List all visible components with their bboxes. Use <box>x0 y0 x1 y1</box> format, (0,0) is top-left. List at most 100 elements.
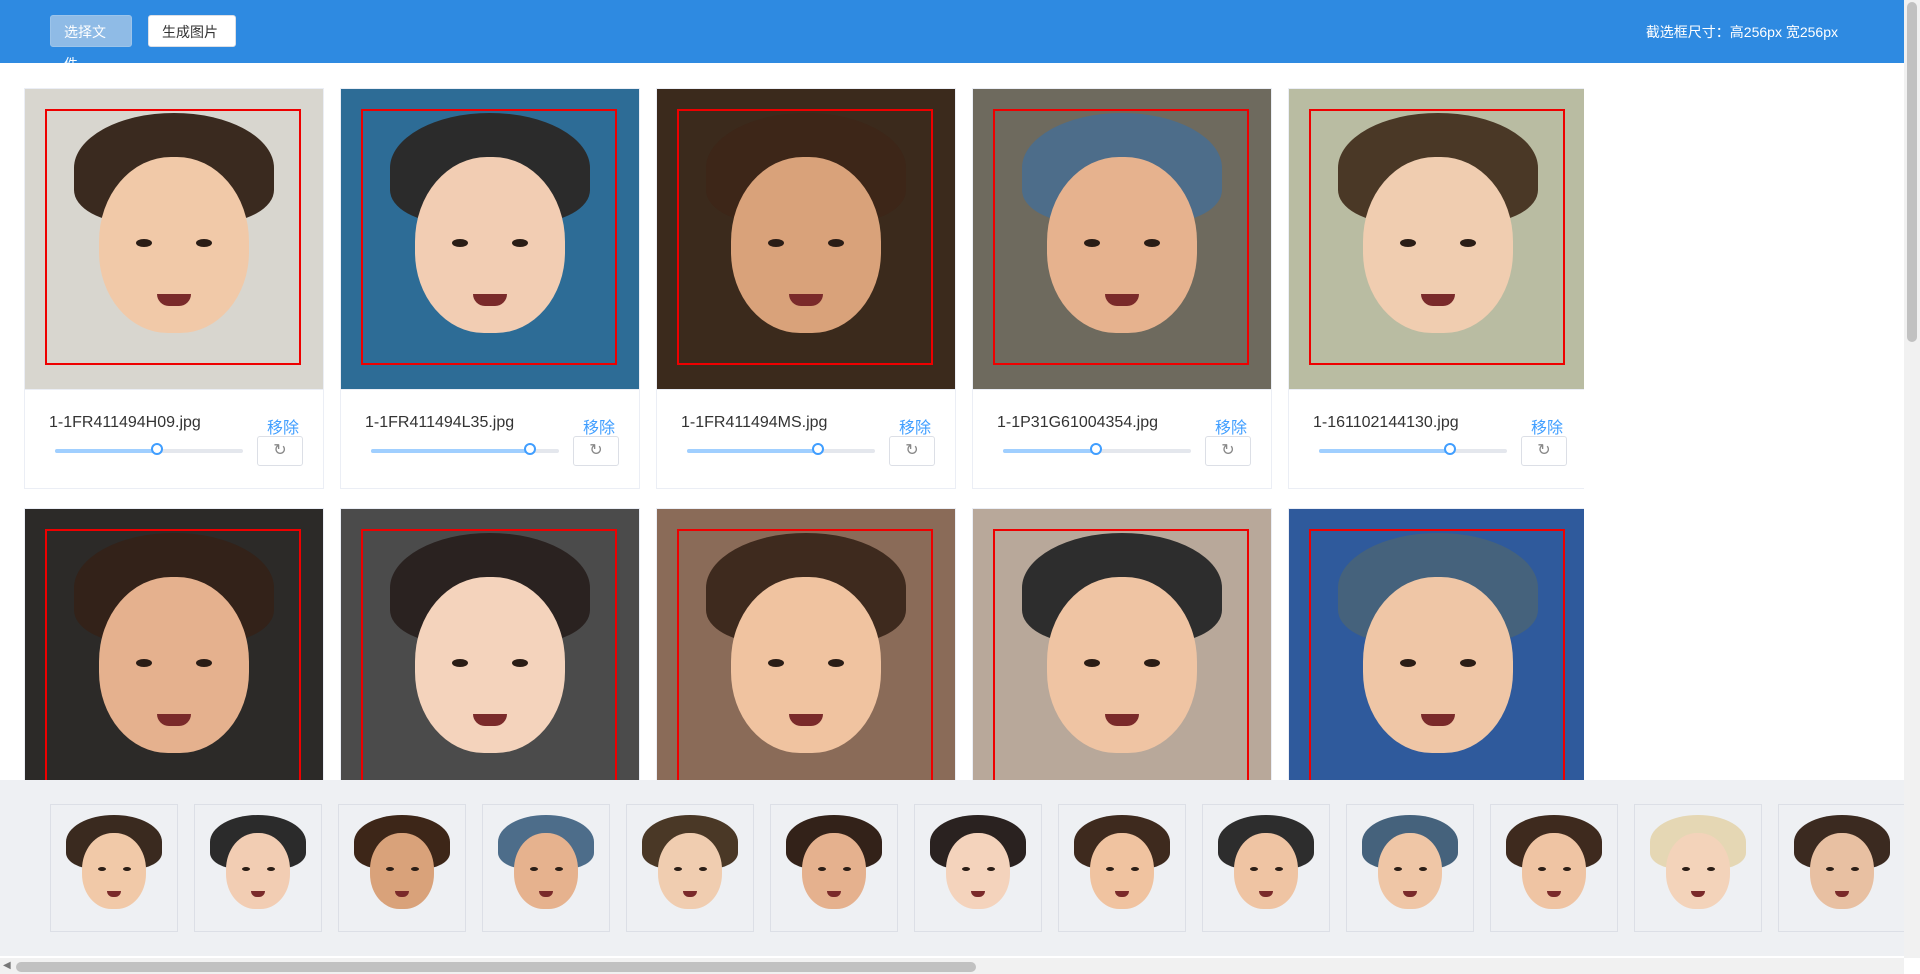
thumbnail-image[interactable] <box>194 804 322 932</box>
select-file-button[interactable]: 选择文件 <box>50 15 132 72</box>
image-card <box>656 508 956 780</box>
reset-rotate-icon[interactable]: ↻ <box>889 436 935 466</box>
thumbnail-image[interactable] <box>914 804 1042 932</box>
image-preview[interactable] <box>657 89 955 389</box>
card-footer: 1-1FR411494H09.jpg 移除 ↻ <box>25 389 323 488</box>
crop-box[interactable] <box>45 529 301 780</box>
generate-image-button[interactable]: 生成图片 <box>148 15 236 47</box>
face-shape <box>1090 832 1154 909</box>
crop-box[interactable] <box>361 109 617 365</box>
reset-rotate-icon[interactable]: ↻ <box>1205 436 1251 466</box>
horizontal-scrollbar[interactable]: ◀ <box>0 958 1904 974</box>
card-footer: 1-161102144130.jpg 移除 ↻ <box>1289 389 1584 488</box>
image-preview[interactable] <box>341 509 639 780</box>
remove-link[interactable]: 移除 <box>583 414 615 438</box>
file-name: 1-1FR411494L35.jpg <box>365 414 515 431</box>
reset-rotate-icon[interactable]: ↻ <box>573 436 619 466</box>
crop-box[interactable] <box>993 109 1249 365</box>
thumbnail-image[interactable] <box>1490 804 1618 932</box>
crop-box[interactable] <box>677 529 933 780</box>
reset-rotate-icon[interactable]: ↻ <box>257 436 303 466</box>
left-eye <box>97 867 106 871</box>
image-preview[interactable] <box>973 509 1271 780</box>
thumbnail-image[interactable] <box>626 804 754 932</box>
crop-box[interactable] <box>45 109 301 365</box>
left-eye <box>1825 867 1834 871</box>
scroll-left-arrow-icon[interactable]: ◀ <box>3 960 11 971</box>
face-shape <box>226 832 290 909</box>
left-eye <box>1393 867 1402 871</box>
vertical-scrollbar[interactable] <box>1904 0 1920 958</box>
zoom-slider[interactable] <box>55 443 243 455</box>
left-eye <box>385 867 394 871</box>
left-eye <box>241 867 250 871</box>
remove-link[interactable]: 移除 <box>899 414 931 438</box>
image-preview[interactable] <box>1289 509 1584 780</box>
thumbnail-image[interactable] <box>482 804 610 932</box>
crop-size-label: 截选框尺寸：高256px 宽256px <box>1645 24 1838 40</box>
image-preview[interactable] <box>25 509 323 780</box>
thumbnail-image[interactable] <box>1202 804 1330 932</box>
image-card: 1-161102144130.jpg 移除 ↻ <box>1288 88 1584 489</box>
thumbnail-image[interactable] <box>1058 804 1186 932</box>
face-shape <box>946 832 1010 909</box>
remove-link[interactable]: 移除 <box>1531 414 1563 438</box>
vertical-scrollbar-thumb[interactable] <box>1907 2 1917 342</box>
zoom-slider-handle[interactable] <box>523 443 536 455</box>
crop-box[interactable] <box>1309 529 1565 780</box>
zoom-slider-handle[interactable] <box>151 443 164 455</box>
thumbnail-image[interactable] <box>770 804 898 932</box>
reset-rotate-icon[interactable]: ↻ <box>1521 436 1567 466</box>
zoom-slider-handle[interactable] <box>1443 443 1456 455</box>
thumbnail-image[interactable] <box>338 804 466 932</box>
face-shape <box>1378 832 1442 909</box>
left-eye <box>1105 867 1114 871</box>
left-eye <box>817 867 826 871</box>
top-toolbar: 选择文件 生成图片 截选框尺寸：高256px 宽256px <box>0 0 1904 72</box>
face-shape <box>1522 832 1586 909</box>
face-shape <box>370 832 434 909</box>
image-preview[interactable] <box>973 89 1271 389</box>
zoom-slider[interactable] <box>1319 443 1507 455</box>
zoom-slider-fill <box>687 449 819 453</box>
image-card: 1-1P31G61004354.jpg 移除 ↻ <box>972 88 1272 489</box>
image-preview[interactable] <box>1289 89 1584 389</box>
thumbnail-image[interactable] <box>50 804 178 932</box>
image-card: 1-1FR411494H09.jpg 移除 ↻ <box>24 88 324 489</box>
zoom-slider-fill <box>1319 449 1451 453</box>
image-card <box>24 508 324 780</box>
thumbnail-image[interactable] <box>1634 804 1762 932</box>
zoom-slider[interactable] <box>371 443 559 455</box>
left-eye <box>1537 867 1546 871</box>
thumbnail-image[interactable] <box>1346 804 1474 932</box>
thumbnail-strip <box>0 780 1904 956</box>
zoom-slider[interactable] <box>687 443 875 455</box>
zoom-slider-fill <box>1003 449 1097 453</box>
crop-box[interactable] <box>1309 109 1565 365</box>
card-footer: 1-1P31G61004354.jpg 移除 ↻ <box>973 389 1271 488</box>
file-name: 1-1P31G61004354.jpg <box>997 414 1159 431</box>
face-shape <box>802 832 866 909</box>
crop-box[interactable] <box>677 109 933 365</box>
card-footer: 1-1FR411494L35.jpg 移除 ↻ <box>341 389 639 488</box>
image-card: 1-1FR411494MS.jpg 移除 ↻ <box>656 88 956 489</box>
image-card: 1-1FR411494L35.jpg 移除 ↻ <box>340 88 640 489</box>
zoom-slider-handle[interactable] <box>1090 443 1102 455</box>
remove-link[interactable]: 移除 <box>1215 414 1247 438</box>
image-preview[interactable] <box>657 509 955 780</box>
face-shape <box>82 832 146 909</box>
horizontal-scrollbar-thumb[interactable] <box>16 962 976 972</box>
image-card <box>972 508 1272 780</box>
image-preview[interactable] <box>341 89 639 389</box>
remove-link[interactable]: 移除 <box>267 414 299 438</box>
thumbnail-image[interactable] <box>1778 804 1904 932</box>
crop-box[interactable] <box>361 529 617 780</box>
zoom-slider[interactable] <box>1003 443 1191 455</box>
face-shape <box>658 832 722 909</box>
file-name: 1-161102144130.jpg <box>1313 414 1459 431</box>
file-name: 1-1FR411494MS.jpg <box>681 414 828 431</box>
zoom-slider-handle[interactable] <box>811 443 824 455</box>
image-preview[interactable] <box>25 89 323 389</box>
crop-box[interactable] <box>993 529 1249 780</box>
image-card <box>340 508 640 780</box>
